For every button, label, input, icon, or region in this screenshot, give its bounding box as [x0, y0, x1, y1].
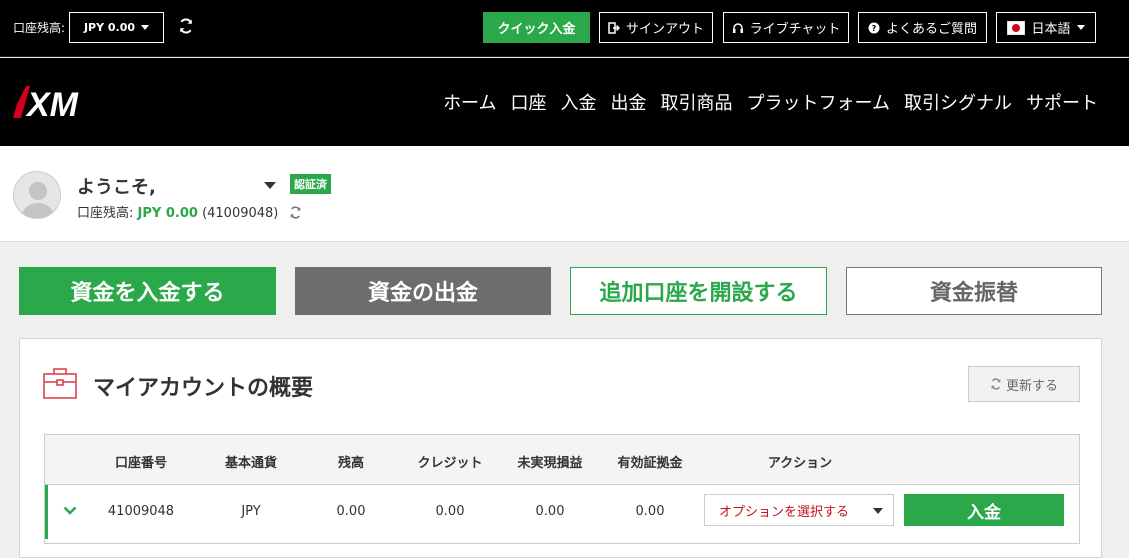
table-header: 口座番号 基本通貨 残高 クレジット 未実現損益 有効証拠金 アクション	[45, 435, 1079, 485]
nav-item-platforms[interactable]: プラットフォーム	[747, 89, 890, 115]
briefcase-icon	[43, 368, 77, 399]
column-header-actions: アクション	[767, 456, 833, 471]
nav-item-support[interactable]: サポート	[1026, 89, 1098, 115]
balance-dropdown-value: JPY 0.00	[83, 21, 136, 34]
cell-credit: 0.00	[435, 504, 465, 519]
live-chat-button[interactable]: ライブチャット	[723, 12, 849, 43]
column-header-credit: クレジット	[417, 456, 483, 471]
nav-item-home[interactable]: ホーム	[443, 89, 496, 115]
language-selector[interactable]: 日本語	[996, 12, 1096, 43]
welcome-balance: 口座残高: JPY 0.00 (41009048)	[77, 202, 302, 221]
withdraw-funds-button[interactable]: 資金の出金	[295, 267, 551, 315]
account-menu-chevron-icon[interactable]	[264, 182, 276, 189]
refresh-overview-button[interactable]: 更新する	[968, 366, 1080, 402]
main-nav: ホーム 口座 入金 出金 取引商品 プラットフォーム 取引シグナル サポート	[443, 89, 1098, 115]
japan-flag-icon	[1007, 20, 1026, 35]
table-row: 41009048 JPY 0.00 0.00 0.00 0.00 オプションを選…	[45, 485, 1079, 539]
column-header-unrealized-pl: 未実現損益	[517, 456, 583, 471]
svg-text:?: ?	[872, 24, 877, 33]
nav-item-withdrawal[interactable]: 出金	[611, 89, 647, 115]
account-overview-panel: マイアカウントの概要 更新する 口座番号 基本通貨 残高 クレジット 未実現損益…	[19, 338, 1102, 558]
welcome-balance-amount: JPY 0.00	[137, 206, 198, 221]
xm-logo[interactable]: XM	[13, 82, 103, 122]
nav-item-accounts[interactable]: 口座	[511, 89, 547, 115]
logo-text: XM	[25, 86, 79, 122]
column-header-base-currency: 基本通貨	[224, 456, 278, 471]
overview-title: マイアカウントの概要	[93, 376, 314, 401]
chevron-down-icon	[873, 508, 883, 514]
top-balance-label: 口座残高:	[13, 21, 66, 35]
column-header-balance: 残高	[337, 456, 365, 471]
transfer-funds-label: 資金振替	[929, 281, 1018, 306]
cell-balance: 0.00	[336, 504, 366, 519]
quick-deposit-label: クイック入金	[497, 22, 576, 37]
account-options-select[interactable]: オプションを選択する	[704, 494, 894, 526]
row-deposit-button[interactable]: 入金	[904, 494, 1064, 526]
open-account-label: 追加口座を開設する	[599, 281, 798, 306]
avatar	[13, 171, 61, 219]
verified-badge: 認証済	[290, 174, 331, 194]
nav-item-products[interactable]: 取引商品	[661, 89, 733, 115]
refresh-overview-label: 更新する	[1005, 378, 1058, 394]
deposit-funds-label: 資金を入金する	[70, 281, 225, 306]
chevron-down-icon[interactable]	[63, 505, 77, 515]
open-additional-account-button[interactable]: 追加口座を開設する	[570, 267, 827, 315]
main-nav-bar: XM ホーム 口座 入金 出金 取引商品 プラットフォーム 取引シグナル サポー…	[0, 58, 1129, 146]
live-chat-label: ライブチャット	[749, 22, 841, 37]
signout-icon	[608, 21, 620, 34]
cell-unrealized-pl: 0.00	[535, 504, 565, 519]
transfer-funds-button[interactable]: 資金振替	[846, 267, 1102, 315]
cell-base-currency: JPY	[241, 504, 261, 519]
deposit-funds-button[interactable]: 資金を入金する	[19, 267, 276, 315]
cell-equity: 0.00	[635, 504, 665, 519]
quick-deposit-button[interactable]: クイック入金	[483, 12, 590, 43]
welcome-greeting: ようこそ,	[77, 177, 156, 198]
chevron-down-icon	[141, 25, 150, 30]
withdraw-funds-label: 資金の出金	[367, 281, 478, 306]
nav-item-deposit[interactable]: 入金	[561, 89, 597, 115]
user-silhouette-icon	[20, 182, 56, 218]
faq-label: よくあるご質問	[885, 22, 977, 37]
accounts-table: 口座番号 基本通貨 残高 クレジット 未実現損益 有効証拠金 アクション 410…	[44, 434, 1080, 544]
balance-dropdown[interactable]: JPY 0.00	[69, 12, 164, 43]
cell-account-number: 41009048	[107, 504, 175, 519]
signout-label: サインアウト	[625, 22, 704, 37]
column-header-account-number: 口座番号	[114, 456, 168, 471]
welcome-section: ようこそ, 認証済 口座残高: JPY 0.00 (41009048)	[0, 146, 1129, 242]
welcome-balance-label: 口座残高:	[77, 206, 134, 221]
account-options-placeholder: オプションを選択する	[719, 504, 850, 520]
row-deposit-label: 入金	[967, 502, 1001, 523]
headset-icon	[732, 22, 743, 33]
refresh-icon[interactable]	[178, 18, 194, 34]
faq-button[interactable]: ? よくあるご質問	[858, 12, 987, 43]
signout-button[interactable]: サインアウト	[599, 12, 713, 43]
chevron-down-icon	[1076, 25, 1085, 30]
column-header-equity: 有効証拠金	[617, 456, 683, 471]
refresh-icon[interactable]	[289, 206, 302, 219]
nav-item-signals[interactable]: 取引シグナル	[904, 89, 1012, 115]
top-bar: 口座残高: JPY 0.00 クイック入金 サインアウト ライブチャット ? よ…	[0, 0, 1129, 57]
refresh-icon	[991, 378, 1001, 390]
language-label: 日本語	[1031, 22, 1071, 37]
welcome-account-ref: (41009048)	[202, 206, 279, 221]
question-circle-icon: ?	[868, 22, 880, 33]
